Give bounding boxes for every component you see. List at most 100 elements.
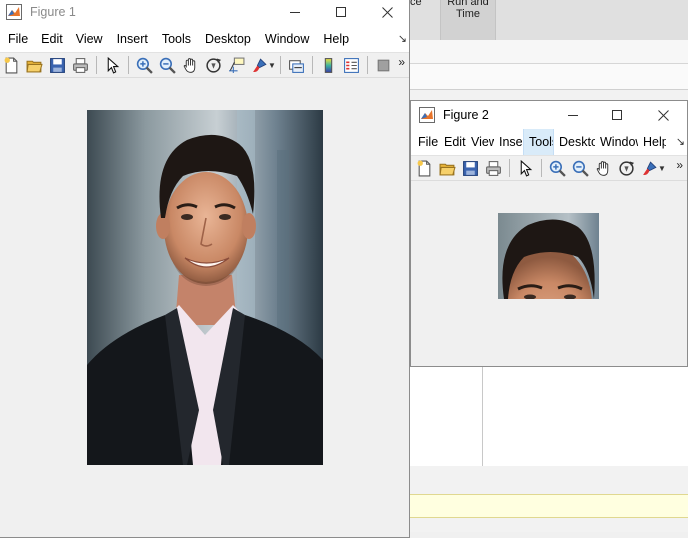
open-file-button[interactable]: [436, 157, 459, 179]
save-disk-icon: [50, 57, 65, 73]
zoom-in-button[interactable]: [133, 54, 156, 76]
minimize-button[interactable]: [550, 101, 596, 129]
link-plot-icon: [289, 59, 304, 73]
printer-icon: [486, 160, 501, 176]
menu-tools[interactable]: Tools: [523, 129, 554, 155]
menu-edit[interactable]: Edit: [439, 129, 466, 155]
pan-hand-icon: [183, 57, 196, 73]
new-figure-button[interactable]: [413, 157, 436, 179]
open-folder-icon: [439, 163, 456, 175]
figure-2-menubar: File Edit View Insert Tools Desktop Wind…: [411, 129, 687, 155]
menu-help[interactable]: Help: [316, 26, 356, 52]
address-bar: [410, 40, 688, 64]
arrow-pointer-icon: [520, 159, 533, 177]
insert-legend-button[interactable]: [340, 54, 363, 76]
plot-tools-icon: [377, 59, 390, 71]
toolbar-separator: [509, 159, 510, 177]
close-icon: [657, 109, 669, 121]
edit-plot-button[interactable]: [101, 54, 124, 76]
minimize-icon: [290, 12, 300, 13]
menu-window[interactable]: Window: [595, 129, 638, 155]
menubar-dock-arrow-icon[interactable]: ↘: [398, 26, 407, 52]
open-file-button[interactable]: [23, 54, 46, 76]
edit-plot-button[interactable]: [514, 157, 537, 179]
zoom-out-icon: [572, 160, 589, 177]
menubar-dock-arrow-icon[interactable]: ↘: [676, 129, 685, 155]
zoom-in-button[interactable]: [546, 157, 569, 179]
rotate-3d-icon: [206, 57, 222, 73]
close-button[interactable]: [364, 0, 410, 26]
hide-plot-tools-button[interactable]: [372, 54, 395, 76]
menu-window[interactable]: Window: [258, 26, 316, 52]
zoom-in-icon: [549, 160, 566, 177]
zoom-out-button[interactable]: [156, 54, 179, 76]
maximize-icon: [336, 7, 346, 17]
new-file-icon: [417, 160, 431, 176]
zoom-out-button[interactable]: [569, 157, 592, 179]
toolbar-overflow-icon[interactable]: »: [398, 55, 405, 69]
menu-view[interactable]: View: [69, 26, 110, 52]
pan-button[interactable]: [179, 54, 202, 76]
close-icon: [381, 6, 393, 18]
new-figure-button[interactable]: [0, 54, 23, 76]
menu-view[interactable]: View: [466, 129, 494, 155]
figure-1-toolbar: ▼ »: [0, 52, 409, 78]
toolbar-separator: [367, 56, 368, 74]
print-button[interactable]: [69, 54, 92, 76]
figure-1-menubar: File Edit View Insert Tools Desktop Wind…: [0, 26, 409, 52]
rotate-3d-icon: [619, 160, 635, 176]
pan-button[interactable]: [592, 157, 615, 179]
menu-insert[interactable]: Insert: [110, 26, 155, 52]
toolbar-separator: [128, 56, 129, 74]
menu-tools[interactable]: Tools: [155, 26, 198, 52]
toolbar-separator: [96, 56, 97, 74]
minimize-button[interactable]: [272, 0, 318, 26]
minimize-icon: [568, 115, 578, 116]
menu-file[interactable]: File: [413, 129, 439, 155]
print-button[interactable]: [482, 157, 505, 179]
toolbar-separator: [280, 56, 281, 74]
brush-icon: [643, 160, 657, 175]
save-button[interactable]: [459, 157, 482, 179]
save-button[interactable]: [46, 54, 69, 76]
figure-1-titlebar[interactable]: Figure 1: [0, 0, 409, 26]
menu-desktop[interactable]: Desktop: [198, 26, 258, 52]
rotate-3d-button[interactable]: [615, 157, 638, 179]
data-cursor-icon: [229, 57, 245, 73]
colorbar-icon: [324, 57, 333, 73]
zoom-out-icon: [159, 57, 176, 74]
run-and-time-button[interactable]: Run and Time: [440, 0, 496, 40]
printer-icon: [73, 57, 88, 73]
brush-dropdown-icon[interactable]: ▼: [658, 164, 666, 173]
menu-edit[interactable]: Edit: [35, 26, 69, 52]
insert-colorbar-button[interactable]: [317, 54, 340, 76]
link-plot-button[interactable]: [285, 54, 308, 76]
arrow-pointer-icon: [107, 56, 120, 74]
matlab-logo-icon: [6, 4, 22, 20]
toolbar-separator: [312, 56, 313, 74]
maximize-button[interactable]: [318, 0, 364, 26]
figure-1-image[interactable]: [87, 110, 323, 465]
zoom-in-icon: [136, 57, 153, 74]
maximize-icon: [612, 110, 622, 120]
menu-desktop[interactable]: Desktop: [554, 129, 595, 155]
data-cursor-button[interactable]: [225, 54, 248, 76]
figure-2-image[interactable]: [498, 213, 599, 299]
ribbon-fragment-label: ce: [410, 0, 422, 8]
menu-insert[interactable]: Insert: [494, 129, 523, 155]
run-and-time-label-1: Run and: [447, 0, 489, 8]
menu-file[interactable]: File: [1, 26, 35, 52]
command-window-line[interactable]: [410, 494, 688, 518]
close-button[interactable]: [640, 101, 686, 129]
window-title: Figure 1: [30, 5, 76, 19]
rotate-3d-button[interactable]: [202, 54, 225, 76]
menu-help[interactable]: Help: [638, 129, 666, 155]
figure-2-window: Figure 2 File Edit View Insert Tools Des…: [410, 100, 688, 367]
figure-2-toolbar: ▼ »: [411, 155, 687, 181]
toolbar-overflow-icon[interactable]: »: [676, 158, 683, 172]
brush-dropdown-icon[interactable]: ▼: [268, 61, 276, 70]
panel-divider[interactable]: [482, 366, 483, 466]
brush-icon: [253, 57, 267, 72]
maximize-button[interactable]: [594, 101, 640, 129]
figure-2-titlebar[interactable]: Figure 2: [411, 101, 687, 129]
